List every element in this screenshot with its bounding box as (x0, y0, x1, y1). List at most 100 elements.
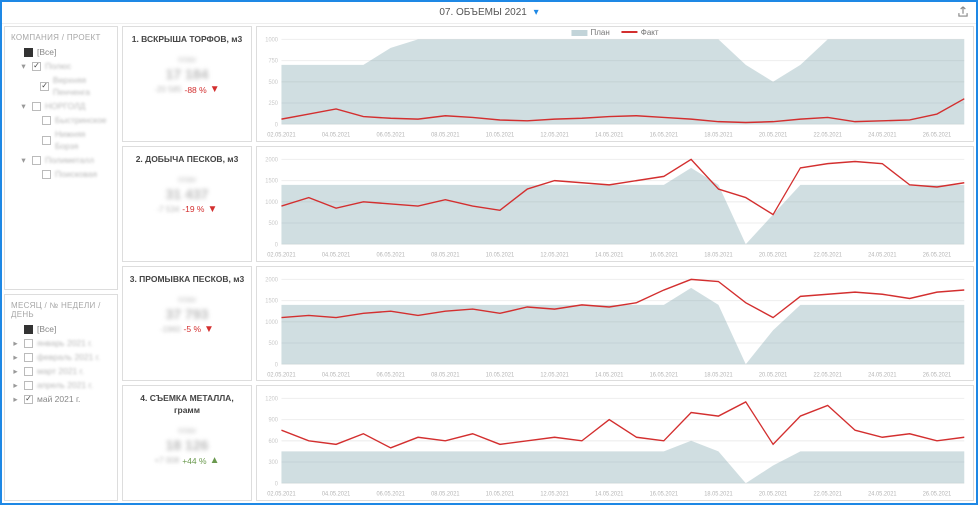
svg-text:26.05.2021: 26.05.2021 (923, 131, 952, 139)
checkbox[interactable] (42, 116, 51, 125)
filter-panel-date: МЕСЯЦ / № НЕДЕЛИ / ДЕНЬ [Все] ▸январь 202… (4, 294, 118, 501)
svg-text:14.05.2021: 14.05.2021 (595, 131, 624, 139)
svg-text:14.05.2021: 14.05.2021 (595, 490, 624, 498)
svg-text:04.05.2021: 04.05.2021 (322, 371, 351, 379)
checkbox[interactable] (42, 136, 51, 145)
legend-plan: План (571, 28, 609, 37)
kpi-delta: -7 534 -19 % ▼ (157, 204, 218, 215)
main-content: 1. ВСКРЫША ТОРФОВ, м3 план 17 184 -20 58… (120, 24, 976, 503)
tree-item[interactable]: ▾Полюс (11, 60, 111, 72)
expand-icon[interactable]: ▸ (11, 365, 20, 377)
tree-item[interactable]: Верхняя Пенченга (11, 74, 111, 98)
checkbox[interactable] (32, 156, 41, 165)
checkbox[interactable] (42, 170, 51, 179)
expand-icon[interactable]: ▸ (11, 393, 20, 405)
checkbox[interactable] (24, 339, 33, 348)
svg-text:16.05.2021: 16.05.2021 (650, 131, 679, 139)
chart-panel: 050010001500200002.05.202104.05.202106.0… (256, 266, 974, 382)
checkbox[interactable] (32, 102, 41, 111)
svg-text:250: 250 (268, 100, 278, 108)
expand-icon[interactable]: ▾ (19, 100, 28, 112)
checkbox[interactable] (24, 325, 33, 334)
expand-icon[interactable]: ▸ (11, 379, 20, 391)
dashboard-frame: 07. ОБЪЕМЫ 2021 ▾ КОМПАНИЯ / ПРОЕКТ [Все… (0, 0, 978, 505)
svg-text:20.05.2021: 20.05.2021 (759, 371, 788, 379)
kpi-sub1: план (178, 426, 196, 435)
kpi-card: 3. ПРОМЫВКА ПЕСКОВ, м3 план 37 793 -1960… (122, 266, 252, 382)
svg-text:1000: 1000 (265, 36, 278, 44)
chart-panel: 0300600900120002.05.202104.05.202106.05.… (256, 385, 974, 501)
svg-text:0: 0 (275, 121, 279, 129)
tree-item[interactable]: ▸ апрель 2021 г. (11, 379, 111, 391)
kpi-title: 1. ВСКРЫША ТОРФОВ, м3 (132, 33, 243, 45)
kpi-delta: +7 008 +44 % ▲ (155, 455, 220, 466)
svg-text:22.05.2021: 22.05.2021 (814, 251, 843, 259)
checkbox[interactable] (24, 48, 33, 57)
svg-text:1000: 1000 (265, 318, 278, 326)
kpi-card: 1. ВСКРЫША ТОРФОВ, м3 план 17 184 -20 58… (122, 26, 252, 142)
kpi-value: 18 126 (166, 437, 209, 453)
checkbox[interactable] (24, 367, 33, 376)
svg-text:16.05.2021: 16.05.2021 (650, 251, 679, 259)
tree-item[interactable]: ▾Полиметалл (11, 154, 111, 166)
svg-text:02.05.2021: 02.05.2021 (267, 251, 296, 259)
svg-text:06.05.2021: 06.05.2021 (377, 490, 406, 498)
metric-row: 4. СЪЕМКА МЕТАЛЛА, грамм план 18 126 +7 … (122, 385, 974, 501)
checkbox[interactable] (40, 82, 49, 91)
checkbox[interactable] (24, 353, 33, 362)
tree-item[interactable]: ▾ НОРГОЛД (11, 100, 111, 112)
svg-text:24.05.2021: 24.05.2021 (868, 490, 897, 498)
tree-item[interactable]: ▸ май 2021 г. (11, 393, 111, 405)
svg-text:2000: 2000 (265, 156, 278, 164)
metric-row: 3. ПРОМЫВКА ПЕСКОВ, м3 план 37 793 -1960… (122, 266, 974, 382)
svg-text:20.05.2021: 20.05.2021 (759, 131, 788, 139)
svg-text:0: 0 (275, 480, 279, 488)
svg-text:12.05.2021: 12.05.2021 (540, 131, 569, 139)
filter-title-date: МЕСЯЦ / № НЕДЕЛИ / ДЕНЬ (11, 301, 111, 319)
svg-text:14.05.2021: 14.05.2021 (595, 371, 624, 379)
svg-text:06.05.2021: 06.05.2021 (377, 251, 406, 259)
metric-row: 1. ВСКРЫША ТОРФОВ, м3 план 17 184 -20 58… (122, 26, 974, 142)
svg-text:1000: 1000 (265, 198, 278, 206)
tree-item[interactable]: Нижняя Борзя (11, 128, 111, 152)
expand-icon[interactable]: ▸ (11, 351, 20, 363)
svg-text:04.05.2021: 04.05.2021 (322, 490, 351, 498)
svg-text:08.05.2021: 08.05.2021 (431, 131, 460, 139)
svg-text:08.05.2021: 08.05.2021 (431, 371, 460, 379)
svg-text:08.05.2021: 08.05.2021 (431, 251, 460, 259)
checkbox[interactable] (32, 62, 41, 71)
svg-text:22.05.2021: 22.05.2021 (814, 490, 843, 498)
tree-item[interactable]: [Все] (11, 46, 111, 58)
metric-row: 2. ДОБЫЧА ПЕСКОВ, м3 план 31 437 -7 534 … (122, 146, 974, 262)
svg-text:16.05.2021: 16.05.2021 (650, 371, 679, 379)
date-tree: [Все] ▸январь 2021 г. ▸февраль 2021 г. ▸мар… (11, 323, 111, 405)
tree-item[interactable]: ▸март 2021 г. (11, 365, 111, 377)
sidebar: КОМПАНИЯ / ПРОЕКТ [Все]▾Полюс Верхняя Пе… (2, 24, 120, 503)
kpi-card: 4. СЪЕМКА МЕТАЛЛА, грамм план 18 126 +7 … (122, 385, 252, 501)
svg-text:20.05.2021: 20.05.2021 (759, 251, 788, 259)
tree-item[interactable]: ▸февраль 2021 г. (11, 351, 111, 363)
svg-text:0: 0 (275, 360, 279, 368)
checkbox[interactable] (24, 381, 33, 390)
kpi-value: 17 184 (166, 66, 209, 82)
expand-icon[interactable]: ▾ (19, 60, 28, 72)
kpi-title: 4. СЪЕМКА МЕТАЛЛА, грамм (127, 392, 247, 416)
expand-icon[interactable]: ▾ (19, 154, 28, 166)
tree-item[interactable]: Поисковая (11, 168, 111, 180)
svg-text:12.05.2021: 12.05.2021 (540, 371, 569, 379)
svg-text:12.05.2021: 12.05.2021 (540, 251, 569, 259)
tree-item-label: [Все] (37, 323, 56, 335)
tree-item[interactable]: [Все] (11, 323, 111, 335)
filter-icon[interactable]: ▾ (534, 7, 539, 18)
share-icon[interactable] (956, 5, 970, 19)
checkbox[interactable] (24, 395, 33, 404)
svg-text:26.05.2021: 26.05.2021 (923, 251, 952, 259)
kpi-delta: -1960 -5 % ▼ (160, 324, 214, 335)
tree-item-label: апрель 2021 г. (37, 379, 93, 391)
svg-text:18.05.2021: 18.05.2021 (704, 131, 733, 139)
tree-item[interactable]: Быстринское (11, 114, 111, 126)
tree-item[interactable]: ▸январь 2021 г. (11, 337, 111, 349)
expand-icon[interactable]: ▸ (11, 337, 20, 349)
tree-item-label: НОРГОЛД (45, 100, 85, 112)
tree-item-label: май 2021 г. (37, 393, 80, 405)
